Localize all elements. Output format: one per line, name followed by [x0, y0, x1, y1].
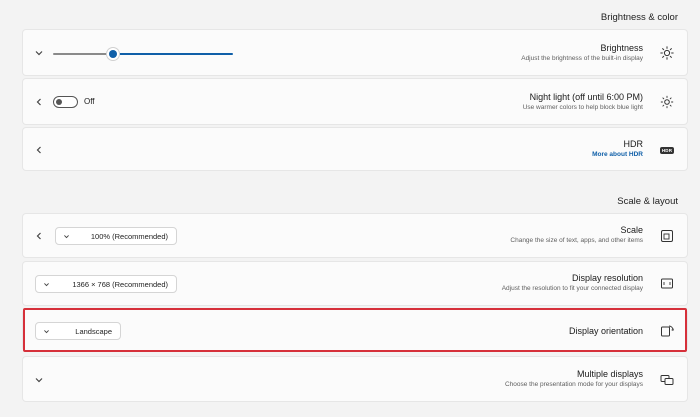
- scale-value: 100% (Recommended): [90, 231, 168, 241]
- brightness-title: Brightness: [600, 43, 643, 53]
- brightness-card: Brightness Adjust the brightness of the …: [22, 29, 688, 76]
- section-title-scale-layout: Scale & layout: [617, 196, 678, 207]
- multiple-displays-title: Multiple displays: [576, 369, 643, 379]
- scale-subtitle: Change the size of text, apps, and other…: [510, 237, 643, 244]
- resolution-value: 1366 × 768 (Recommended): [72, 279, 168, 289]
- hdr-icon: HDR: [659, 142, 675, 158]
- brightness-slider-track-filled: [113, 53, 233, 55]
- brightness-subtitle: Adjust the brightness of the built-in di…: [521, 55, 643, 62]
- multiple-displays-icon: [659, 372, 675, 388]
- multiple-displays-card[interactable]: Multiple displays Choose the presentatio…: [22, 356, 688, 402]
- hdr-icon-badge: HDR: [659, 146, 675, 154]
- chevron-down-icon[interactable]: [34, 48, 44, 58]
- scale-icon: [659, 228, 675, 244]
- night-light-toggle-knob: [56, 99, 62, 105]
- sun-icon: [659, 45, 675, 61]
- chevron-down-icon: [44, 282, 49, 286]
- night-light-title: Night light (off until 6:00 PM): [529, 92, 643, 102]
- brightness-slider-thumb[interactable]: [109, 50, 117, 58]
- resolution-dropdown[interactable]: 1366 × 768 (Recommended): [35, 275, 177, 293]
- night-light-card[interactable]: Off Night light (off until 6:00 PM) Use …: [22, 78, 688, 125]
- orientation-highlight-box: [23, 308, 687, 352]
- chevron-down-icon[interactable]: [34, 375, 44, 385]
- night-light-icon: [659, 94, 675, 110]
- night-light-toggle[interactable]: [53, 96, 78, 108]
- scale-title: Scale: [620, 225, 643, 235]
- hdr-card[interactable]: HDR More about HDR HDR: [22, 127, 688, 171]
- multiple-displays-subtitle: Choose the presentation mode for your di…: [504, 381, 643, 388]
- resolution-title: Display resolution: [571, 273, 643, 283]
- night-light-state: Off: [84, 97, 95, 106]
- hdr-title: HDR: [623, 139, 644, 149]
- chevron-left-icon[interactable]: [34, 97, 44, 107]
- scale-dropdown[interactable]: 100% (Recommended): [55, 227, 177, 245]
- chevron-left-icon[interactable]: [34, 231, 44, 241]
- chevron-down-icon: [64, 234, 69, 238]
- scale-card[interactable]: 100% (Recommended) Scale Change the size…: [22, 213, 688, 258]
- display-resolution-card: 1366 × 768 (Recommended) Display resolut…: [22, 261, 688, 306]
- hdr-learn-more-link[interactable]: More about HDR: [592, 151, 643, 158]
- section-title-brightness-color: Brightness & color: [600, 12, 678, 23]
- resolution-subtitle: Adjust the resolution to fit your connec…: [501, 285, 643, 292]
- brightness-slider[interactable]: [53, 50, 233, 58]
- brightness-slider-track-empty: [53, 53, 113, 55]
- display-resolution-icon: [659, 276, 675, 292]
- night-light-subtitle: Use warmer colors to help block blue lig…: [522, 104, 643, 111]
- chevron-left-icon[interactable]: [34, 145, 44, 155]
